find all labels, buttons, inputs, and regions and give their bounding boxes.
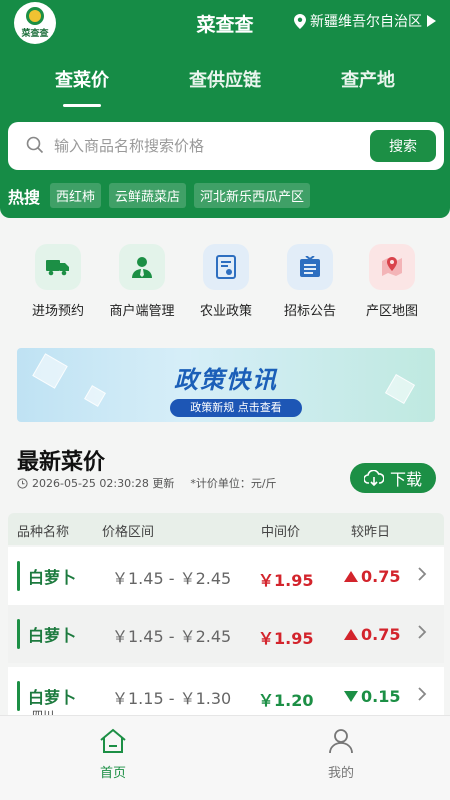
quick-link-label: 商户端管理 (109, 304, 175, 319)
quick-link-tender[interactable]: 招标公告 (268, 244, 352, 319)
clock-icon (17, 477, 28, 489)
merchant-user-icon (119, 244, 165, 290)
search-input[interactable] (54, 134, 354, 158)
arrow-up-icon (344, 571, 358, 582)
price-unit-note: *计价单位：元/斤 (190, 477, 277, 490)
price-change: 0.75 (344, 625, 400, 644)
hot-search: 热搜 西红柿 云鲜蔬菜店 河北新乐西瓜产区 (8, 183, 311, 208)
hot-search-label: 热搜 (8, 187, 41, 207)
price-change-value: 0.15 (361, 687, 401, 706)
price-change-value: 0.75 (361, 625, 401, 644)
table-row[interactable]: 白萝卜 ￥1.45 - ￥2.45 ￥1.95 0.75 (8, 547, 444, 605)
hot-tag[interactable]: 河北新乐西瓜产区 (194, 183, 311, 208)
tabbar-label: 首页 (99, 766, 126, 781)
policy-news-banner[interactable]: 政策快讯 政策新规 点击查看 (17, 348, 435, 422)
update-time: 2026-05-25 02:30:28 更新 (32, 477, 175, 490)
price-table-header: 品种名称 价格区间 中间价 较昨日 (8, 513, 444, 545)
search-button[interactable]: 搜索 (370, 130, 436, 162)
search-bar: 搜索 (8, 122, 444, 170)
price-change-value: 0.75 (361, 567, 401, 586)
header: 菜查查 菜查查 新疆维吾尔自治区 查菜价 查供应链 查产地 搜索 热搜 西红柿 … (0, 0, 450, 218)
location-pin-icon (294, 13, 306, 29)
download-label: 下载 (389, 470, 422, 489)
top-tabs: 查菜价 查供应链 查产地 (0, 66, 450, 107)
user-icon (329, 729, 353, 754)
quick-links: 进场预约 商户端管理 农业政策 招标公告 产区地图 (0, 244, 450, 324)
column-header: 较昨日 (351, 525, 391, 540)
price-change: 0.75 (344, 567, 400, 586)
chevron-right-icon (418, 687, 427, 701)
download-button[interactable]: 下载 (350, 463, 436, 493)
home-icon (100, 728, 126, 753)
mid-price: ￥1.95 (258, 629, 314, 648)
column-header: 价格区间 (102, 525, 155, 540)
row-accent-bar (17, 561, 20, 591)
price-range: ￥1.15 - ￥1.30 (112, 689, 232, 708)
table-row[interactable]: 白萝卜 四川 ￥1.15 - ￥1.30 ￥1.20 0.15 (8, 667, 444, 719)
latest-prices-meta: 2026-05-25 02:30:28 更新 *计价单位：元/斤 (17, 475, 277, 491)
tab-price[interactable]: 查菜价 (22, 66, 142, 92)
row-accent-bar (17, 681, 20, 711)
cloud-download-icon (363, 470, 384, 486)
table-row[interactable]: 白萝卜 ￥1.45 - ￥2.45 ￥1.95 0.75 (8, 605, 444, 663)
product-name: 白萝卜 (28, 626, 77, 645)
quick-link-label: 农业政策 (199, 304, 252, 319)
column-header: 品种名称 (17, 525, 70, 540)
row-accent-bar (17, 619, 20, 649)
tab-origin[interactable]: 查产地 (308, 66, 428, 92)
tabbar-profile[interactable]: 我的 (311, 728, 371, 781)
tabbar-home[interactable]: 首页 (83, 728, 143, 781)
quick-link-entry-booking[interactable]: 进场预约 (16, 244, 100, 319)
hot-tag[interactable]: 云鲜蔬菜店 (109, 183, 187, 208)
bottom-tab-bar: 首页 我的 (0, 715, 450, 800)
product-name: 白萝卜 (28, 688, 77, 707)
price-change: 0.15 (344, 687, 400, 706)
caret-right-icon (427, 15, 436, 27)
tabbar-label: 我的 (327, 766, 354, 781)
tab-supply-chain[interactable]: 查供应链 (165, 66, 285, 92)
quick-link-label: 进场预约 (31, 304, 84, 319)
region-label: 新疆维吾尔自治区 (310, 14, 422, 30)
quick-link-label: 招标公告 (283, 304, 336, 319)
quick-link-label: 产区地图 (365, 304, 418, 319)
chevron-right-icon (418, 567, 427, 581)
latest-prices-title: 最新菜价 (17, 450, 106, 475)
column-header: 中间价 (261, 525, 301, 540)
quick-link-origin-map[interactable]: 产区地图 (350, 244, 434, 319)
price-range: ￥1.45 - ￥2.45 (112, 569, 232, 588)
quick-link-policy[interactable]: 农业政策 (184, 244, 268, 319)
tab-active-indicator (63, 104, 101, 107)
price-range: ￥1.45 - ￥2.45 (112, 627, 232, 646)
chevron-right-icon (418, 625, 427, 639)
region-selector[interactable]: 新疆维吾尔自治区 (294, 11, 436, 31)
mid-price: ￥1.20 (258, 691, 314, 710)
truck-icon (35, 244, 81, 290)
arrow-up-icon (344, 629, 358, 640)
product-name: 白萝卜 (28, 568, 77, 587)
search-icon (26, 136, 44, 154)
hot-tag[interactable]: 西红柿 (50, 183, 102, 208)
announcement-board-icon (287, 244, 333, 290)
banner-title: 政策快讯 (174, 366, 278, 394)
mid-price: ￥1.95 (258, 571, 314, 590)
policy-document-icon (203, 244, 249, 290)
map-pin-icon (369, 244, 415, 290)
banner-subtitle: 政策新规 点击查看 (170, 399, 302, 417)
quick-link-merchant[interactable]: 商户端管理 (100, 244, 184, 319)
arrow-down-icon (344, 691, 358, 702)
